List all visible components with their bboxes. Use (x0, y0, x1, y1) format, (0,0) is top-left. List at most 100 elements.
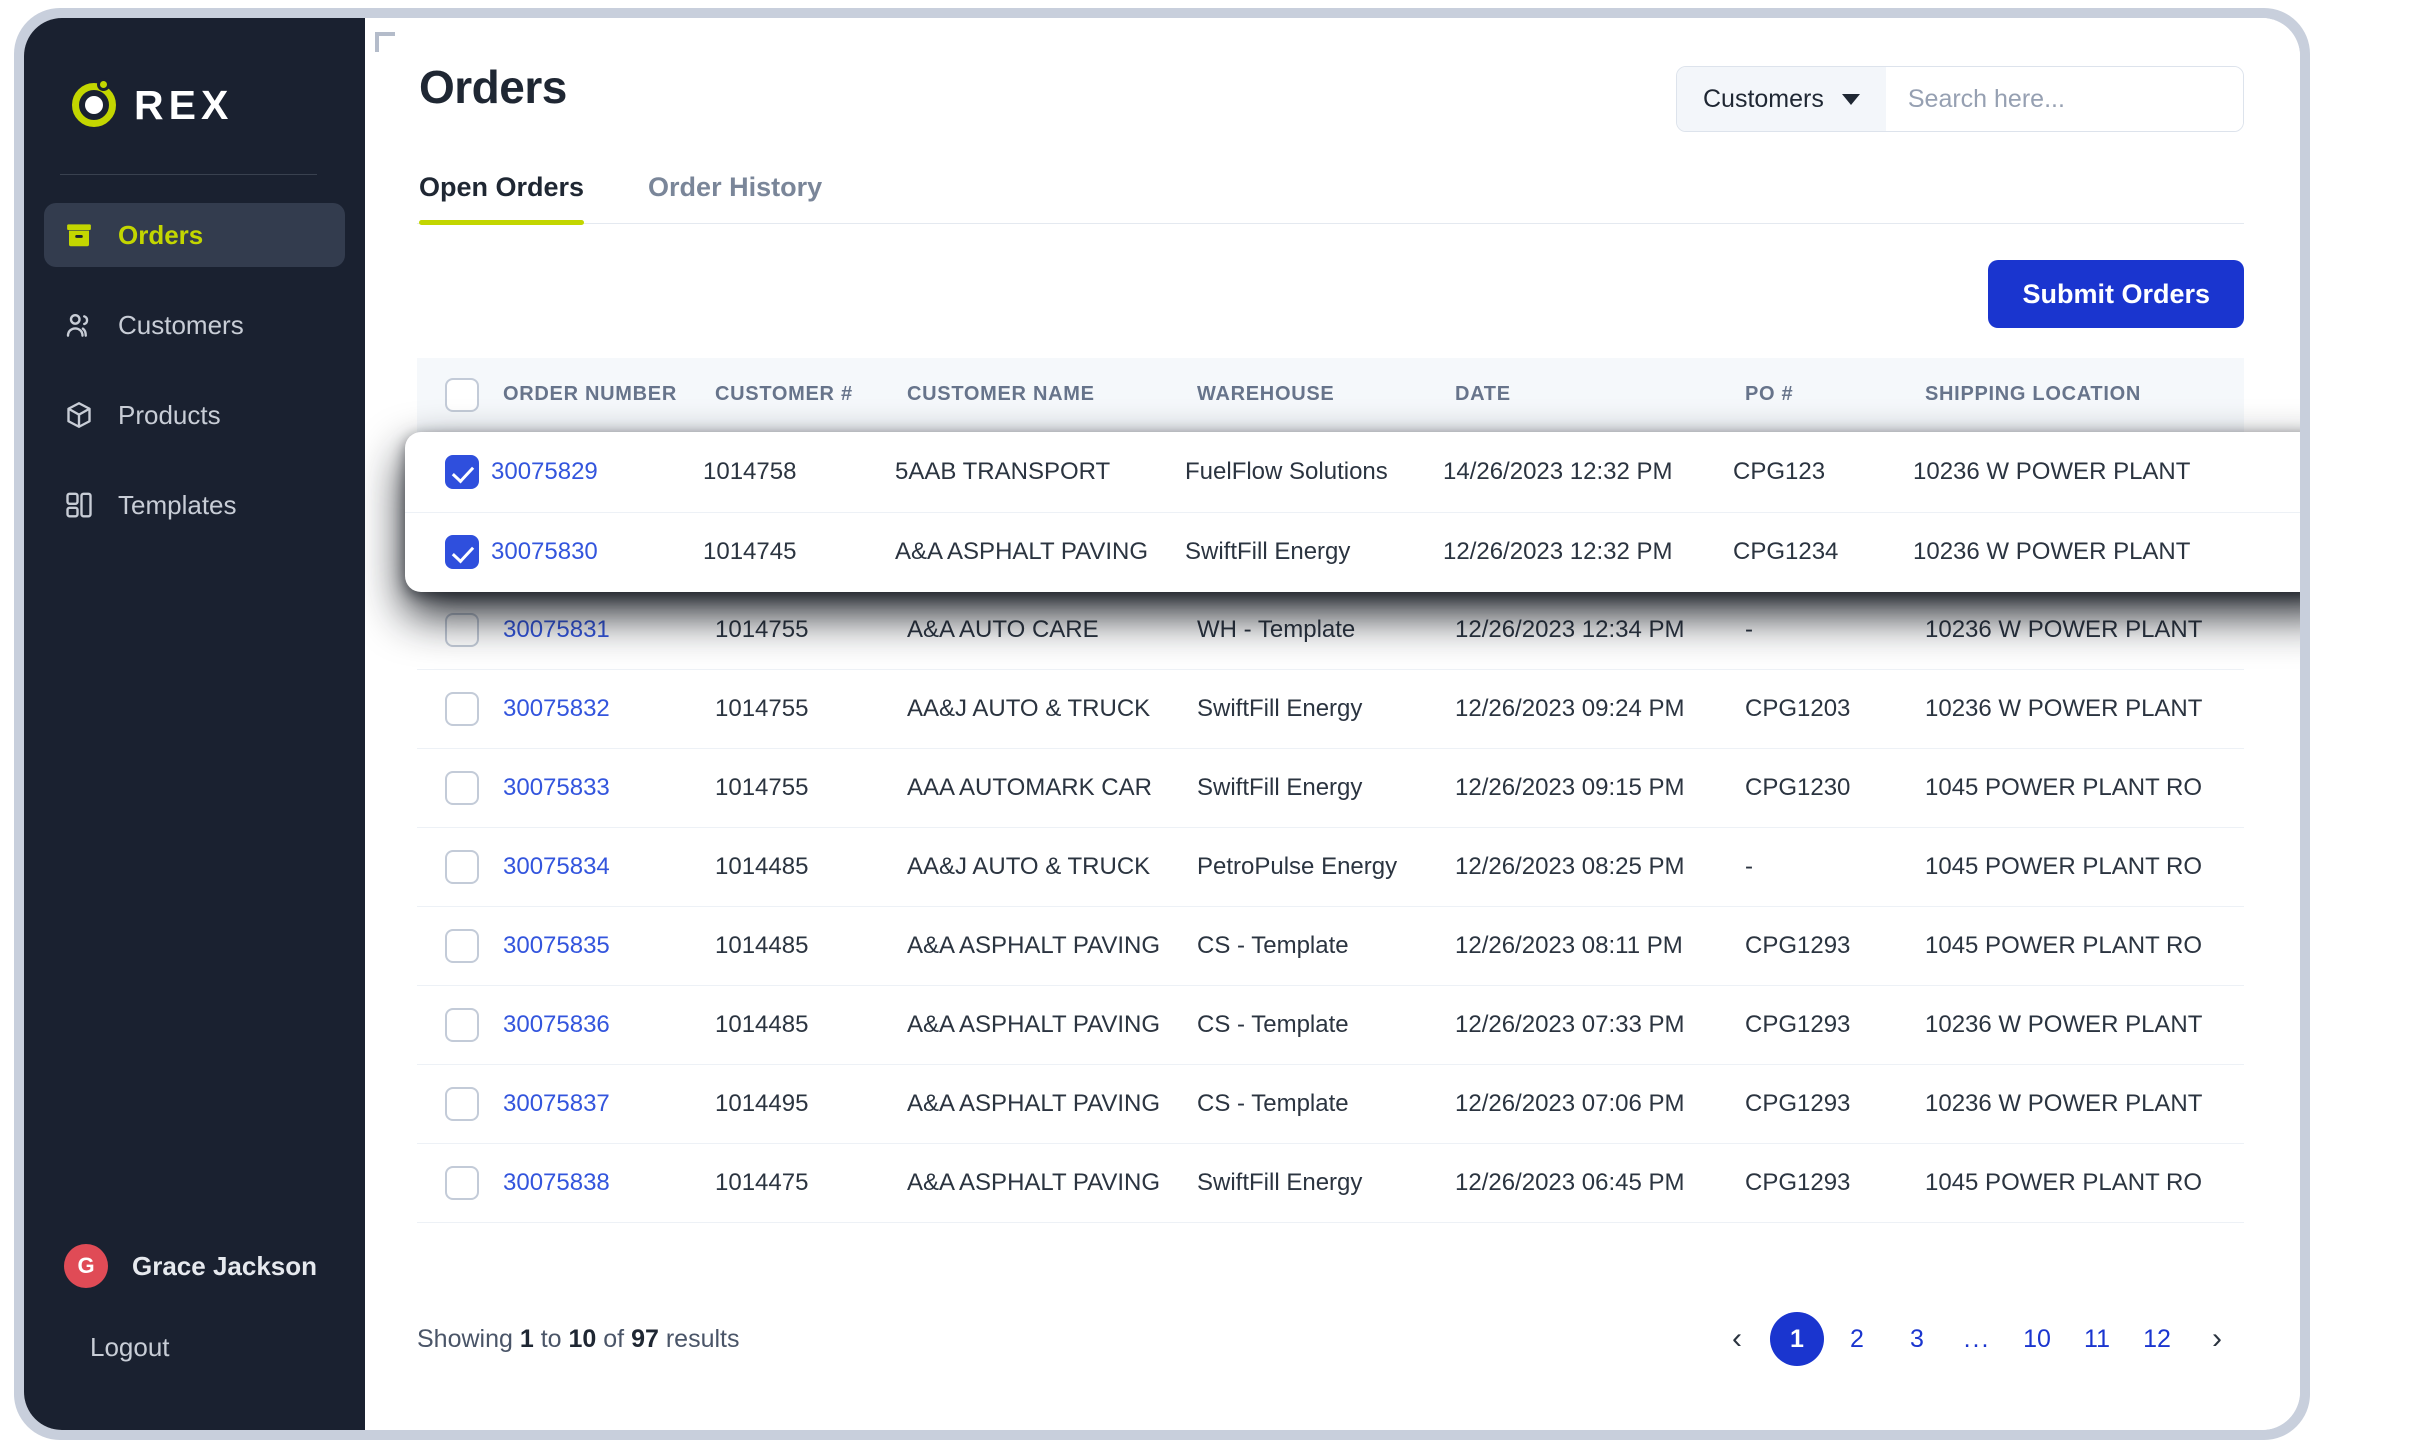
order-number-link[interactable]: 30075835 (503, 932, 610, 959)
order-number-link[interactable]: 30075836 (503, 1011, 610, 1038)
tab-open-orders[interactable]: Open Orders (419, 172, 585, 225)
pagination-page-2[interactable]: 2 (1830, 1312, 1884, 1366)
table-row[interactable]: 30075838 1014475 A&A ASPHALT PAVING SwiftFi… (417, 1143, 2244, 1223)
table-row[interactable]: 30075832 1014755 AA&J AUTO & TRUCK SwiftFil… (417, 669, 2244, 749)
archive-box-icon (64, 220, 94, 250)
table-row[interactable]: 30075835 1014485 A&A ASPHALT PAVING CS - Te… (417, 906, 2244, 986)
cell-warehouse: CS - Template (1197, 1064, 1455, 1144)
cell-shipping-location: 10236 W POWER PLANT (1925, 1064, 2244, 1144)
pagination-page-1[interactable]: 1 (1770, 1312, 1824, 1366)
sidebar-item-products[interactable]: Products (44, 383, 345, 447)
user-profile[interactable]: G Grace Jackson (44, 1234, 345, 1298)
cell-order-number[interactable]: 30075838 (503, 1143, 715, 1223)
pagination-page-3[interactable]: 3 (1890, 1312, 1944, 1366)
cell-order-number[interactable]: 30075830 (491, 512, 703, 592)
sidebar-item-label: Customers (118, 309, 244, 340)
cell-customer-name: A&A ASPHALT PAVING (907, 1064, 1197, 1144)
order-number-link[interactable]: 30075829 (491, 458, 598, 485)
cell-po-number: CPG1234 (1733, 538, 1839, 566)
tab-order-history[interactable]: Order History (648, 172, 822, 223)
row-checkbox[interactable] (445, 770, 479, 805)
row-checkbox[interactable] (445, 1165, 479, 1200)
row-select-cell (417, 827, 503, 907)
cell-order-number[interactable]: 30075836 (503, 985, 715, 1065)
row-select-cell (417, 748, 503, 828)
table-row[interactable]: 30075829 10147585AAB TRANSPORTFuelFlow So… (405, 432, 2300, 513)
row-checkbox[interactable] (445, 691, 479, 726)
row-checkbox[interactable] (445, 612, 479, 647)
table-row[interactable]: 30075833 1014755 AAA AUTOMARK CAR SwiftFill… (417, 748, 2244, 828)
row-checkbox[interactable] (445, 928, 479, 963)
sidebar-nav: Orders Customers Products Templates (24, 203, 365, 563)
search-input[interactable] (1885, 67, 2243, 131)
cell-po-number: CPG1230 (1745, 748, 1925, 828)
avatar: G (64, 1244, 108, 1288)
order-number-link[interactable]: 30075833 (503, 774, 610, 801)
chevron-left-icon[interactable]: ‹ (1710, 1312, 1764, 1366)
order-number-link[interactable]: 30075830 (491, 538, 598, 565)
row-select-cell (405, 432, 491, 513)
cell-order-number[interactable]: 30075835 (503, 906, 715, 986)
order-number-link[interactable]: 30075831 (503, 616, 610, 643)
cell-warehouse: SwiftFill Energy (1197, 748, 1455, 828)
order-number-link[interactable]: 30075834 (503, 853, 610, 880)
app-window-frame: REX Orders Customers Products Templates … (14, 8, 2310, 1440)
cell-shipping-location: 1045 POWER PLANT RO (1925, 1143, 2244, 1223)
column-header-customer-name[interactable]: CUSTOMER NAME (907, 358, 1197, 433)
submit-orders-button[interactable]: Submit Orders (1988, 260, 2244, 328)
column-header-order-number[interactable]: ORDER NUMBER (503, 358, 715, 433)
cell-order-number[interactable]: 30075832 (503, 669, 715, 749)
table-row[interactable]: 30075836 1014485 A&A ASPHALT PAVING CS - Te… (417, 985, 2244, 1065)
search-scope-dropdown[interactable]: Customers (1677, 67, 1886, 131)
table-row[interactable]: 30075834 1014485 AA&J AUTO & TRUCK PetroPul… (417, 827, 2244, 907)
order-number-link[interactable]: 30075838 (503, 1169, 610, 1196)
cell-customer-number: 1014755 (715, 669, 907, 749)
sidebar-item-label: Orders (118, 219, 204, 250)
table-row[interactable]: 30075831 1014755 A&A AUTO CARE WH - Templat… (417, 590, 2244, 670)
order-number-link[interactable]: 30075837 (503, 1090, 610, 1117)
column-header-warehouse[interactable]: WAREHOUSE (1197, 358, 1455, 433)
sidebar-item-orders[interactable]: Orders (44, 203, 345, 267)
pagination-page-12[interactable]: 12 (2130, 1312, 2184, 1366)
row-checkbox[interactable] (445, 1007, 479, 1042)
logout-button[interactable]: Logout (44, 1316, 345, 1378)
cell-customer-name: AA&J AUTO & TRUCK (907, 669, 1197, 749)
brand-logo[interactable]: REX (24, 54, 365, 140)
cell-shipping-location: 10236 W POWER PLANT (1925, 985, 2244, 1065)
cell-order-number[interactable]: 30075829 (491, 432, 703, 513)
cell-shipping-location: 10236 W POWER PLANT (1913, 432, 2300, 513)
pagination-page-11[interactable]: 11 (2070, 1312, 2124, 1366)
select-all-checkbox[interactable] (445, 377, 479, 412)
pagination: ‹ 1 2 3... 10 11 12 › (1710, 1312, 2244, 1366)
sidebar-item-templates[interactable]: Templates (44, 473, 345, 537)
cell-po-number: CPG123 (1733, 432, 1913, 513)
cell-date: 12/26/2023 09:24 PM (1455, 669, 1745, 749)
column-header-po[interactable]: PO # (1745, 358, 1925, 433)
cell-order-number[interactable]: 30075833 (503, 748, 715, 828)
row-checkbox[interactable] (445, 535, 479, 570)
row-checkbox[interactable] (445, 849, 479, 884)
showing-prefix: Showing (417, 1324, 520, 1353)
cell-customer-name: A&A ASPHALT PAVING (895, 538, 1148, 566)
column-header-shipping-location[interactable]: SHIPPING LOCATION (1925, 358, 2244, 433)
column-header-customer-number[interactable]: CUSTOMER # (715, 358, 907, 433)
cell-customer-name: AAA AUTOMARK CAR (907, 748, 1197, 828)
showing-suffix: results (658, 1324, 740, 1353)
row-checkbox[interactable] (445, 1086, 479, 1121)
cell-order-number[interactable]: 30075834 (503, 827, 715, 907)
pagination-page-10[interactable]: 10 (2010, 1312, 2064, 1366)
cell-date: 12/26/2023 12:32 PM (1443, 538, 1673, 566)
cell-order-number[interactable]: 30075837 (503, 1064, 715, 1144)
chevron-right-icon[interactable]: › (2190, 1312, 2244, 1366)
row-select-cell (417, 985, 503, 1065)
select-all-header (417, 358, 503, 433)
selected-table-body: 30075829 1014758 5AAB TRANSPORT FuelFlow So… (405, 432, 2300, 592)
column-header-date[interactable]: DATE (1455, 358, 1745, 433)
order-number-link[interactable]: 30075832 (503, 695, 610, 722)
table-row[interactable]: 30075830 1014745 A&A ASPHALT PAVING SwiftFi… (405, 512, 2300, 592)
cell-order-number[interactable]: 30075831 (503, 590, 715, 670)
sidebar-item-customers[interactable]: Customers (44, 293, 345, 357)
row-checkbox[interactable] (445, 454, 479, 489)
table-row[interactable]: 30075837 1014495 A&A ASPHALT PAVING CS - Te… (417, 1064, 2244, 1144)
cell-customer-number: 1014485 (715, 985, 907, 1065)
